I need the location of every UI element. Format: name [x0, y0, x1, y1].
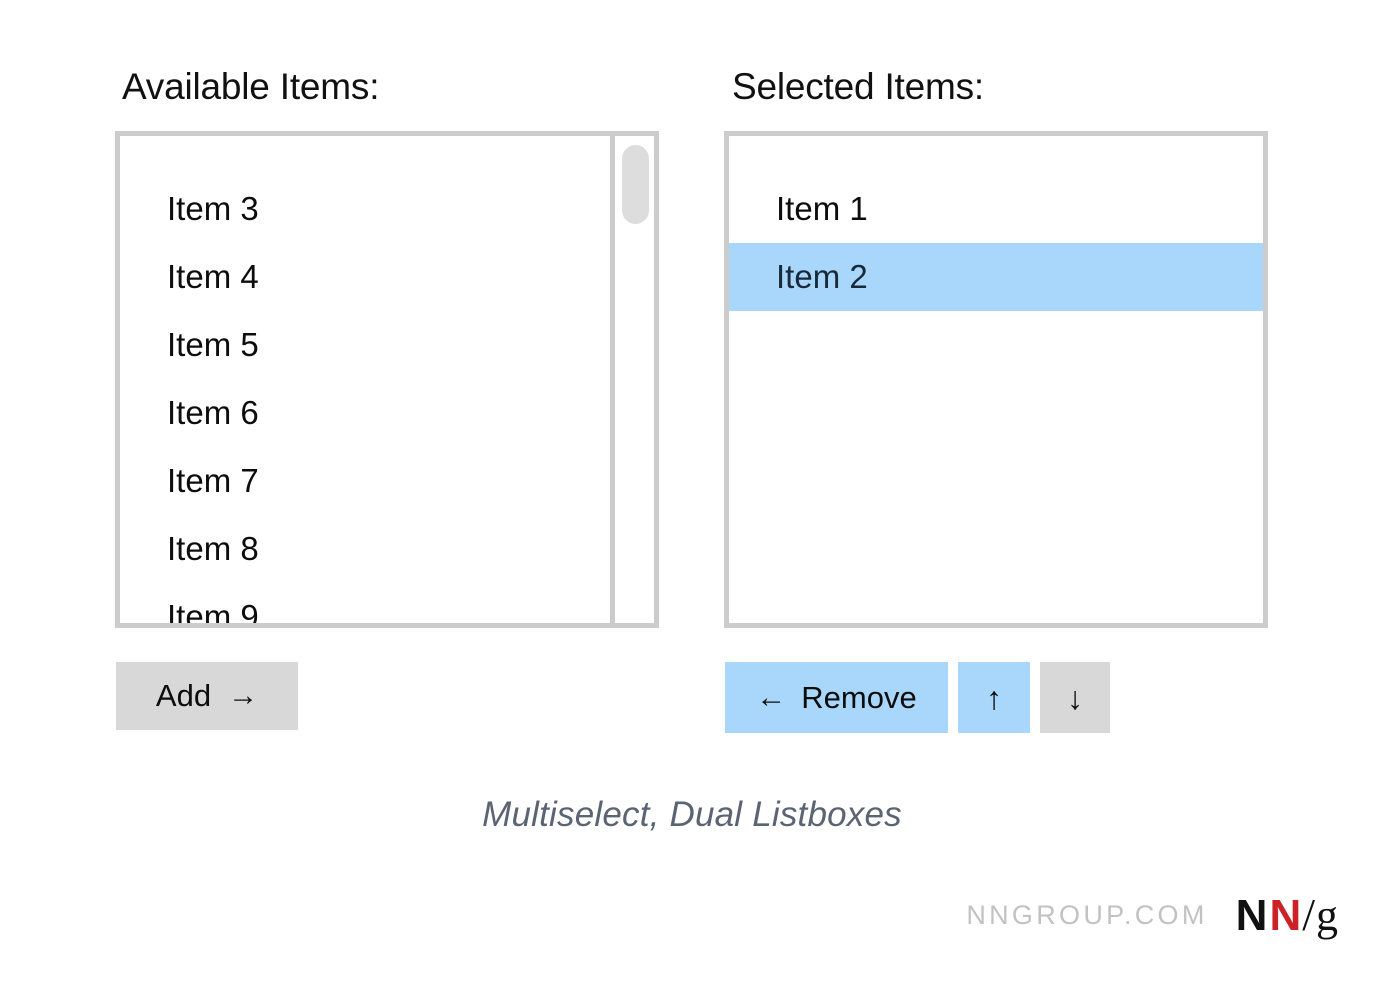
list-option-available[interactable]: Item 6	[120, 379, 610, 447]
arrow-right-icon: →	[228, 681, 258, 711]
add-button-label: Add	[156, 678, 211, 714]
remove-button[interactable]: ← Remove	[725, 662, 948, 733]
arrow-up-icon: ↑	[986, 682, 1002, 714]
selected-items-heading: Selected Items:	[732, 66, 984, 108]
slide-canvas: Available Items: Item 3 Item 4 Item 5 It…	[0, 0, 1384, 986]
list-option-available[interactable]: Item 5	[120, 311, 610, 379]
nng-logo: N N / g	[1236, 892, 1338, 938]
logo-letter-n-red: N	[1269, 894, 1301, 938]
list-option-selected-panel[interactable]: Item 1	[729, 175, 1263, 243]
list-option-available[interactable]: Item 7	[120, 447, 610, 515]
list-option-available[interactable]: Item 4	[120, 243, 610, 311]
available-option-list: Item 3 Item 4 Item 5 Item 6 Item 7 Item …	[120, 136, 610, 623]
logo-letter-n-black: N	[1236, 894, 1268, 938]
scrollbar-thumb[interactable]	[622, 145, 649, 224]
logo-slash-icon: /	[1302, 892, 1315, 938]
remove-button-label: Remove	[801, 680, 916, 716]
move-up-button[interactable]: ↑	[958, 662, 1030, 733]
move-down-button[interactable]: ↓	[1040, 662, 1110, 733]
available-list-viewport: Item 3 Item 4 Item 5 Item 6 Item 7 Item …	[120, 136, 610, 623]
selected-option-list: Item 1 Item 2	[729, 136, 1263, 311]
arrow-down-icon: ↓	[1067, 682, 1083, 714]
add-button[interactable]: Add →	[116, 662, 298, 730]
vertical-scrollbar[interactable]	[610, 136, 654, 623]
selected-items-listbox[interactable]: Item 1 Item 2	[724, 131, 1268, 628]
available-items-listbox[interactable]: Item 3 Item 4 Item 5 Item 6 Item 7 Item …	[115, 131, 659, 628]
logo-letter-g: g	[1316, 894, 1338, 938]
figure-caption: Multiselect, Dual Listboxes	[0, 795, 1384, 835]
selected-list-viewport: Item 1 Item 2	[729, 136, 1263, 623]
list-option-selected-panel-active[interactable]: Item 2	[729, 243, 1263, 311]
footer-url-text: NNGROUP.COM	[966, 900, 1207, 931]
available-items-heading: Available Items:	[122, 66, 379, 108]
list-option-available[interactable]: Item 8	[120, 515, 610, 583]
arrow-left-icon: ←	[756, 683, 786, 713]
list-option-available[interactable]: Item 9	[120, 583, 610, 623]
footer-branding: NNGROUP.COM N N / g	[966, 892, 1338, 938]
list-option-available[interactable]: Item 3	[120, 175, 610, 243]
